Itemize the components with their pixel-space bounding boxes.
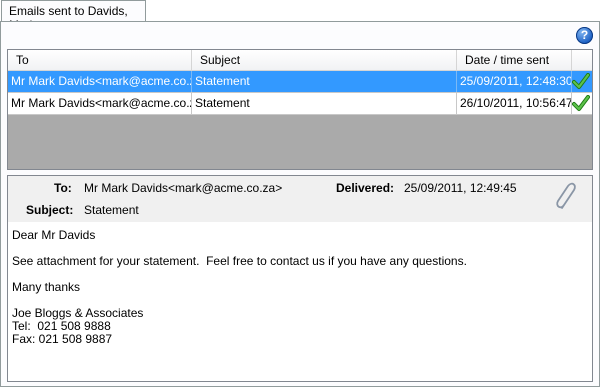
- column-header-subject[interactable]: Subject: [192, 50, 457, 70]
- subject-value: Statement: [84, 203, 139, 217]
- body-company: Joe Bloggs & Associates: [12, 306, 144, 320]
- body-fax: Fax: 021 508 9887: [12, 332, 113, 346]
- column-header-to[interactable]: To: [8, 50, 192, 70]
- cell-date-sent: 26/10/2011, 10:56:47: [457, 93, 572, 114]
- paperclip-icon[interactable]: [553, 180, 581, 216]
- body-tel: Tel: 021 508 9888: [12, 319, 111, 333]
- body-thanks: Many thanks: [12, 280, 81, 294]
- subject-label: Subject:: [26, 203, 74, 217]
- preview-header: To: Mr Mark Davids<mark@acme.co.za> Deli…: [8, 176, 592, 222]
- grid-header: To Subject Date / time sent: [8, 50, 592, 71]
- email-preview: To: Mr Mark Davids<mark@acme.co.za> Deli…: [7, 175, 593, 382]
- body-line: See attachment for your statement. Feel …: [12, 254, 467, 268]
- email-list-grid[interactable]: To Subject Date / time sent Mr Mark Davi…: [7, 49, 593, 170]
- cell-date-sent: 25/09/2011, 12:48:30: [457, 71, 572, 92]
- to-value: Mr Mark Davids<mark@acme.co.za>: [84, 181, 283, 195]
- cell-subject: Statement: [192, 93, 457, 114]
- to-label: To:: [54, 181, 72, 195]
- table-row[interactable]: Mr Mark Davids<mark@acme.co.za> Statemen…: [8, 93, 592, 115]
- delivered-value: 25/09/2011, 12:49:45: [404, 181, 517, 195]
- check-icon: [572, 73, 590, 89]
- cell-to: Mr Mark Davids<mark@acme.co.za>: [8, 71, 192, 92]
- cell-subject: Statement: [192, 71, 457, 92]
- table-row[interactable]: Mr Mark Davids<mark@acme.co.za> Statemen…: [8, 71, 592, 93]
- cell-to: Mr Mark Davids<mark@acme.co.za>: [8, 93, 192, 114]
- tab-emails-sent[interactable]: Emails sent to Davids, Mark: [1, 0, 146, 32]
- column-header-status[interactable]: [572, 50, 592, 70]
- help-icon[interactable]: ?: [576, 27, 593, 44]
- body-greeting: Dear Mr Davids: [12, 228, 96, 242]
- check-icon: [572, 95, 590, 111]
- column-header-date-sent[interactable]: Date / time sent: [457, 50, 572, 70]
- delivered-label: Delivered:: [336, 181, 395, 195]
